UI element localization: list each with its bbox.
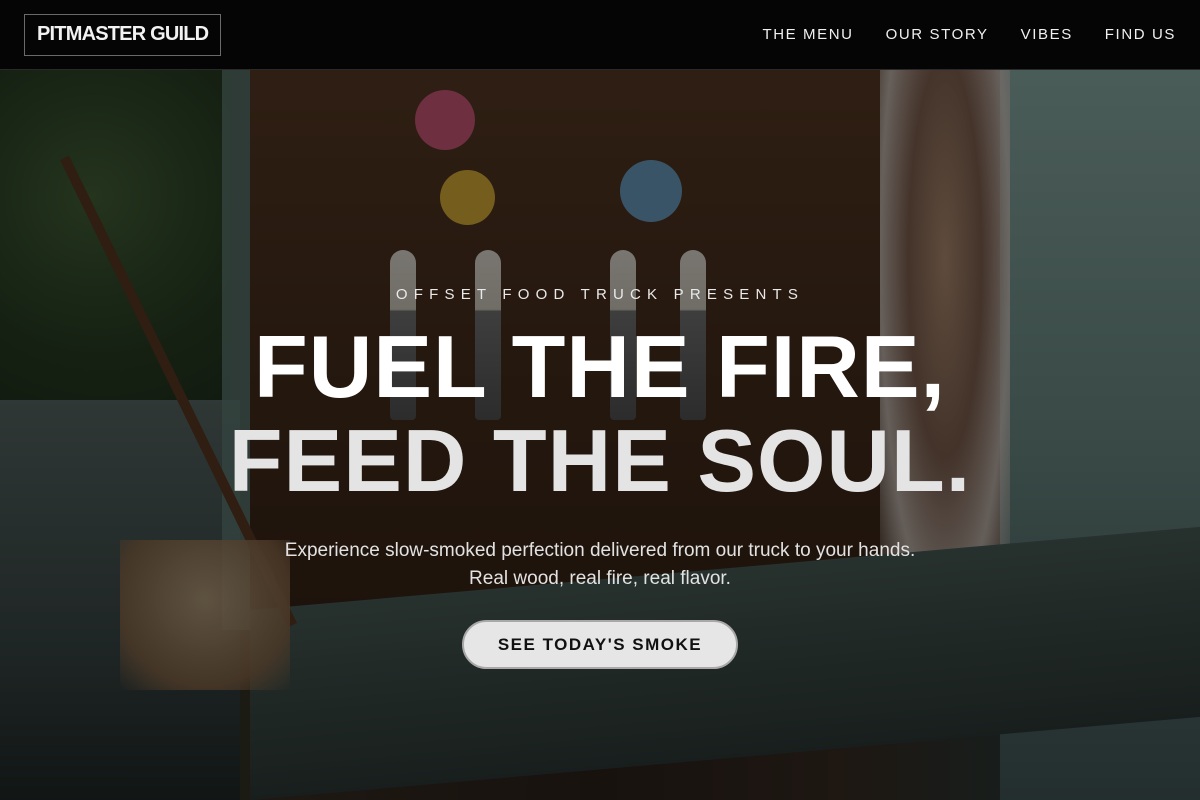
subtitle-line-1: Experience slow-smoked perfection delive… — [284, 540, 916, 561]
nav-link-our-story[interactable]: OUR STORY — [886, 26, 989, 43]
subtitle-line-2: Real wood, real fire, real flavor. — [469, 568, 731, 589]
hero-section: OFFSET FOOD TRUCK PRESENTS FUEL THE FIRE… — [0, 70, 1200, 800]
hero-eyebrow: OFFSET FOOD TRUCK PRESENTS — [395, 286, 805, 303]
hero-content: OFFSET FOOD TRUCK PRESENTS FUEL THE FIRE… — [0, 70, 1200, 800]
see-todays-smoke-button[interactable]: SEE TODAY'S SMOKE — [462, 620, 738, 669]
nav-link-find-us[interactable]: FIND US — [1105, 26, 1176, 43]
nav-links: THE MENU OUR STORY VIBES FIND US — [762, 26, 1176, 43]
hero-subtitle: Experience slow-smoked perfection delive… — [0, 537, 1200, 593]
hero-headline: FUEL THE FIRE, FEED THE SOUL. — [0, 320, 1200, 508]
headline-line-1: FUEL THE FIRE, — [254, 317, 946, 416]
headline-line-2: FEED THE SOUL. — [228, 411, 972, 510]
site-logo[interactable]: PITMASTER GUILD — [24, 13, 222, 56]
nav-link-menu[interactable]: THE MENU — [762, 26, 853, 43]
nav-link-vibes[interactable]: VIBES — [1021, 26, 1073, 43]
top-nav: PITMASTER GUILD THE MENU OUR STORY VIBES… — [0, 0, 1200, 70]
